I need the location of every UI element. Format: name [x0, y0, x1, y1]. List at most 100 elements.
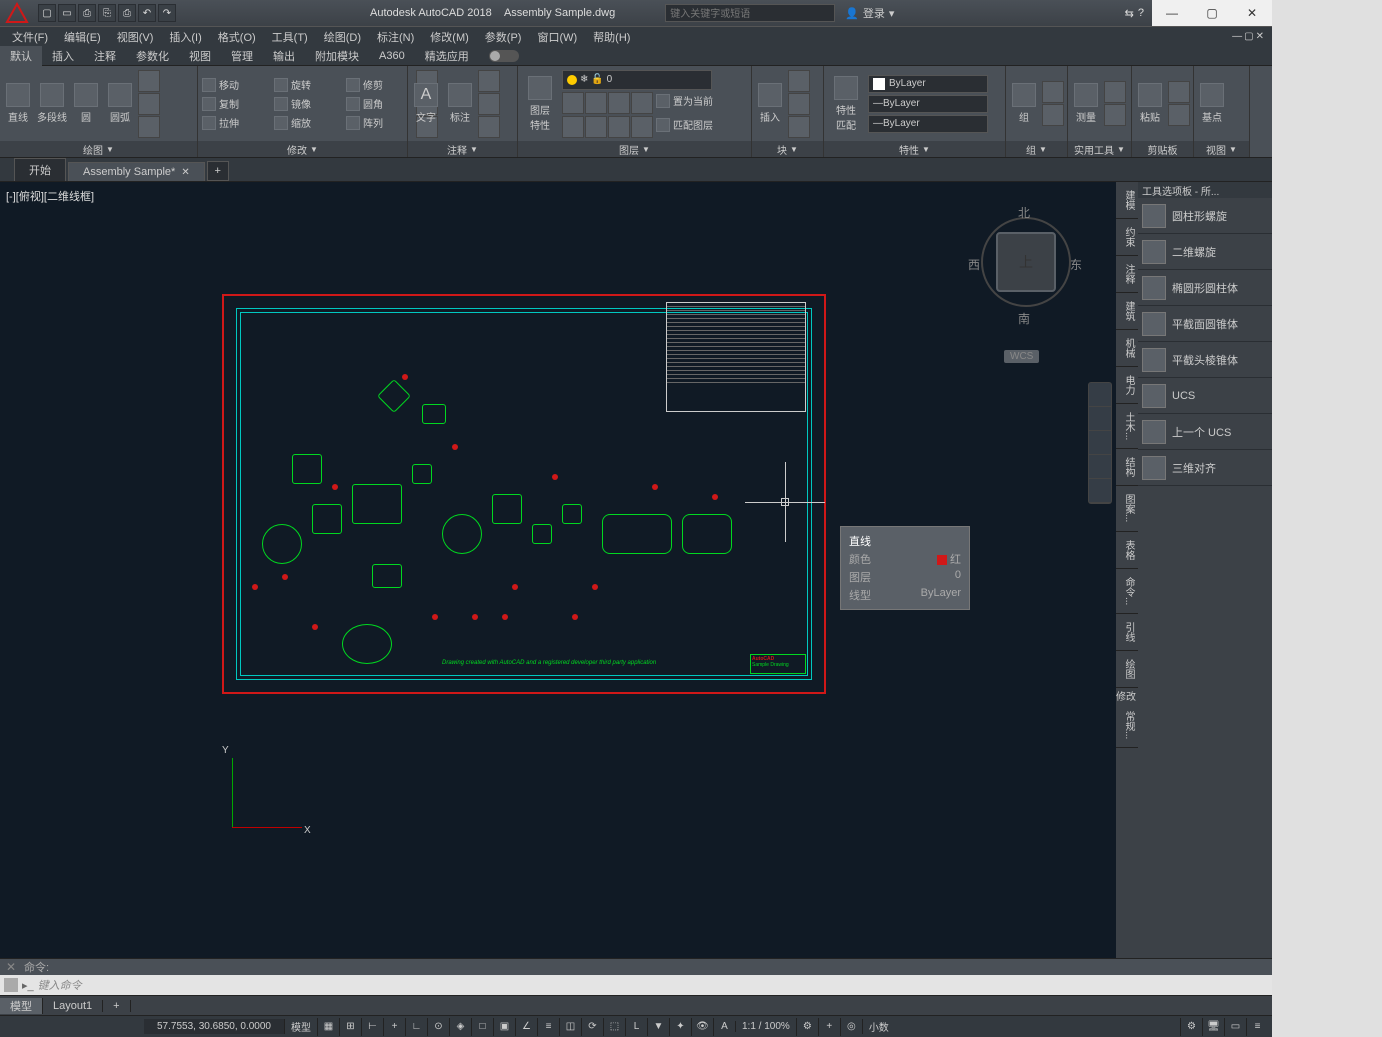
block-extra1-icon[interactable]: [788, 70, 810, 92]
ptab-mech[interactable]: 机械: [1116, 330, 1138, 367]
customize-icon[interactable]: ≡: [1246, 1018, 1268, 1036]
layer-icon3[interactable]: [608, 92, 630, 114]
array-button[interactable]: 阵列: [344, 114, 414, 132]
menu-param[interactable]: 参数(P): [477, 29, 530, 45]
menu-window[interactable]: 窗口(W): [529, 29, 585, 45]
dynucs-toggle-icon[interactable]: L: [625, 1018, 647, 1036]
drawing-canvas[interactable]: [-][俯视][二维线框]: [0, 182, 1116, 958]
wcs-label[interactable]: WCS: [1004, 350, 1039, 363]
block-extra3-icon[interactable]: [788, 116, 810, 138]
insert-block-button[interactable]: 插入: [754, 75, 786, 133]
status-units[interactable]: 小数: [862, 1019, 895, 1034]
util-extra2-icon[interactable]: [1104, 104, 1126, 126]
ptab-cmd[interactable]: 命令...: [1116, 569, 1138, 614]
view-cube[interactable]: 上: [996, 232, 1056, 292]
ptab-struct[interactable]: 结构: [1116, 449, 1138, 486]
annot-extra3-icon[interactable]: [478, 116, 500, 138]
3d-toggle-icon[interactable]: ⬚: [603, 1018, 625, 1036]
tp-ucs[interactable]: UCS: [1138, 378, 1272, 414]
nav-icon[interactable]: ◎: [840, 1018, 862, 1036]
ws-switch-icon[interactable]: ⚙: [1180, 1018, 1202, 1036]
infer-toggle-icon[interactable]: ⊢: [361, 1018, 383, 1036]
qat-save-icon[interactable]: ⎙: [78, 4, 96, 22]
menu-format[interactable]: 格式(O): [210, 29, 264, 45]
tp-helix-2d[interactable]: 二维螺旋: [1138, 234, 1272, 270]
osnap-toggle-icon[interactable]: □: [471, 1018, 493, 1036]
tp-helix-cyl[interactable]: 圆柱形螺旋: [1138, 198, 1272, 234]
menu-tools[interactable]: 工具(T): [264, 29, 316, 45]
tp-ucs-prev[interactable]: 上一个 UCS: [1138, 414, 1272, 450]
search-input[interactable]: 键入关键字或短语: [665, 4, 835, 22]
active-file-tab[interactable]: Assembly Sample*✕: [68, 162, 205, 181]
nav-zoom-icon[interactable]: [1089, 431, 1111, 455]
navcube-west[interactable]: 西: [968, 256, 980, 273]
fillet-button[interactable]: 圆角: [344, 95, 414, 113]
basepoint-button[interactable]: 基点: [1196, 75, 1228, 133]
signin-button[interactable]: 👤 登录 ▾: [845, 5, 894, 21]
ptab-arch[interactable]: 建筑: [1116, 293, 1138, 330]
transparency-toggle-icon[interactable]: ◫: [559, 1018, 581, 1036]
ribbon-tab-featured[interactable]: 精选应用: [415, 46, 479, 66]
maximize-button[interactable]: ▢: [1192, 0, 1232, 26]
qat-open-icon[interactable]: ▭: [58, 4, 76, 22]
ribbon-tab-addins[interactable]: 附加模块: [305, 46, 369, 66]
cleanscreen-icon[interactable]: ▭: [1224, 1018, 1246, 1036]
lwt-toggle-icon[interactable]: ≡: [537, 1018, 559, 1036]
ptab-hatch[interactable]: 图案...: [1116, 486, 1138, 531]
clip-extra2-icon[interactable]: [1168, 104, 1190, 126]
layer-properties-button[interactable]: 图层 特性: [520, 75, 560, 133]
tp-ellip-cyl[interactable]: 椭圆形圆柱体: [1138, 270, 1272, 306]
ribbon-tab-annotate[interactable]: 注释: [84, 46, 126, 66]
layer-icon2[interactable]: [585, 92, 607, 114]
ptab-table[interactable]: 表格: [1116, 532, 1138, 569]
qat-redo-icon[interactable]: ↷: [158, 4, 176, 22]
tp-3dalign[interactable]: 三维对齐: [1138, 450, 1272, 486]
ribbon-tab-output[interactable]: 输出: [263, 46, 305, 66]
layer-icon4[interactable]: [631, 92, 653, 114]
stretch-button[interactable]: 拉伸: [200, 114, 270, 132]
mdi-min-icon[interactable]: —: [1232, 31, 1242, 42]
tp-frustum-cone[interactable]: 平截面圆锥体: [1138, 306, 1272, 342]
qat-new-icon[interactable]: ▢: [38, 4, 56, 22]
paste-button[interactable]: 粘贴: [1134, 75, 1166, 133]
menu-view[interactable]: 视图(V): [109, 29, 162, 45]
close-button[interactable]: ✕: [1232, 0, 1272, 26]
ribbon-tab-a360[interactable]: A360: [369, 46, 415, 66]
layer-icon1[interactable]: [562, 92, 584, 114]
menu-modify[interactable]: 修改(M): [422, 29, 477, 45]
move-button[interactable]: 移动: [200, 76, 270, 94]
ribbon-tab-param[interactable]: 参数化: [126, 46, 179, 66]
measure-button[interactable]: 测量: [1070, 75, 1102, 133]
cmd-close-icon[interactable]: ✕: [6, 960, 18, 974]
ribbon-toggle[interactable]: [489, 50, 519, 62]
polyline-button[interactable]: 多段线: [36, 75, 68, 133]
match-properties-button[interactable]: 特性 匹配: [826, 75, 866, 133]
filter-toggle-icon[interactable]: ▼: [647, 1018, 669, 1036]
ptab-elec[interactable]: 电力: [1116, 367, 1138, 404]
group-extra2-icon[interactable]: [1042, 104, 1064, 126]
ptab-constraint[interactable]: 约束: [1116, 219, 1138, 256]
status-model[interactable]: 模型: [284, 1019, 317, 1034]
copy-button[interactable]: 复制: [200, 95, 270, 113]
qat-plot-icon[interactable]: ⎙: [118, 4, 136, 22]
3dosnap-toggle-icon[interactable]: ▣: [493, 1018, 515, 1036]
navcube-north[interactable]: 北: [1018, 204, 1030, 221]
layer-icon6[interactable]: [585, 116, 607, 138]
exchange-icon[interactable]: ⇆: [1125, 7, 1134, 20]
draw-extra2-icon[interactable]: [138, 93, 160, 115]
menu-edit[interactable]: 编辑(E): [56, 29, 109, 45]
selcycle-toggle-icon[interactable]: ⟳: [581, 1018, 603, 1036]
mirror-button[interactable]: 镜像: [272, 95, 342, 113]
group-extra1-icon[interactable]: [1042, 81, 1064, 103]
mdi-close-icon[interactable]: ✕: [1256, 31, 1264, 42]
menu-dimension[interactable]: 标注(N): [369, 29, 422, 45]
trim-button[interactable]: 修剪: [344, 76, 414, 94]
monitor-icon[interactable]: 🖥: [1202, 1018, 1224, 1036]
menu-insert[interactable]: 插入(I): [161, 29, 209, 45]
qat-saveas-icon[interactable]: ⎘: [98, 4, 116, 22]
nav-pan-icon[interactable]: [1089, 407, 1111, 431]
annot-extra1-icon[interactable]: [478, 70, 500, 92]
add-tab-button[interactable]: +: [207, 161, 229, 181]
cmd-handle-icon[interactable]: [4, 978, 18, 992]
plus-icon[interactable]: +: [818, 1018, 840, 1036]
